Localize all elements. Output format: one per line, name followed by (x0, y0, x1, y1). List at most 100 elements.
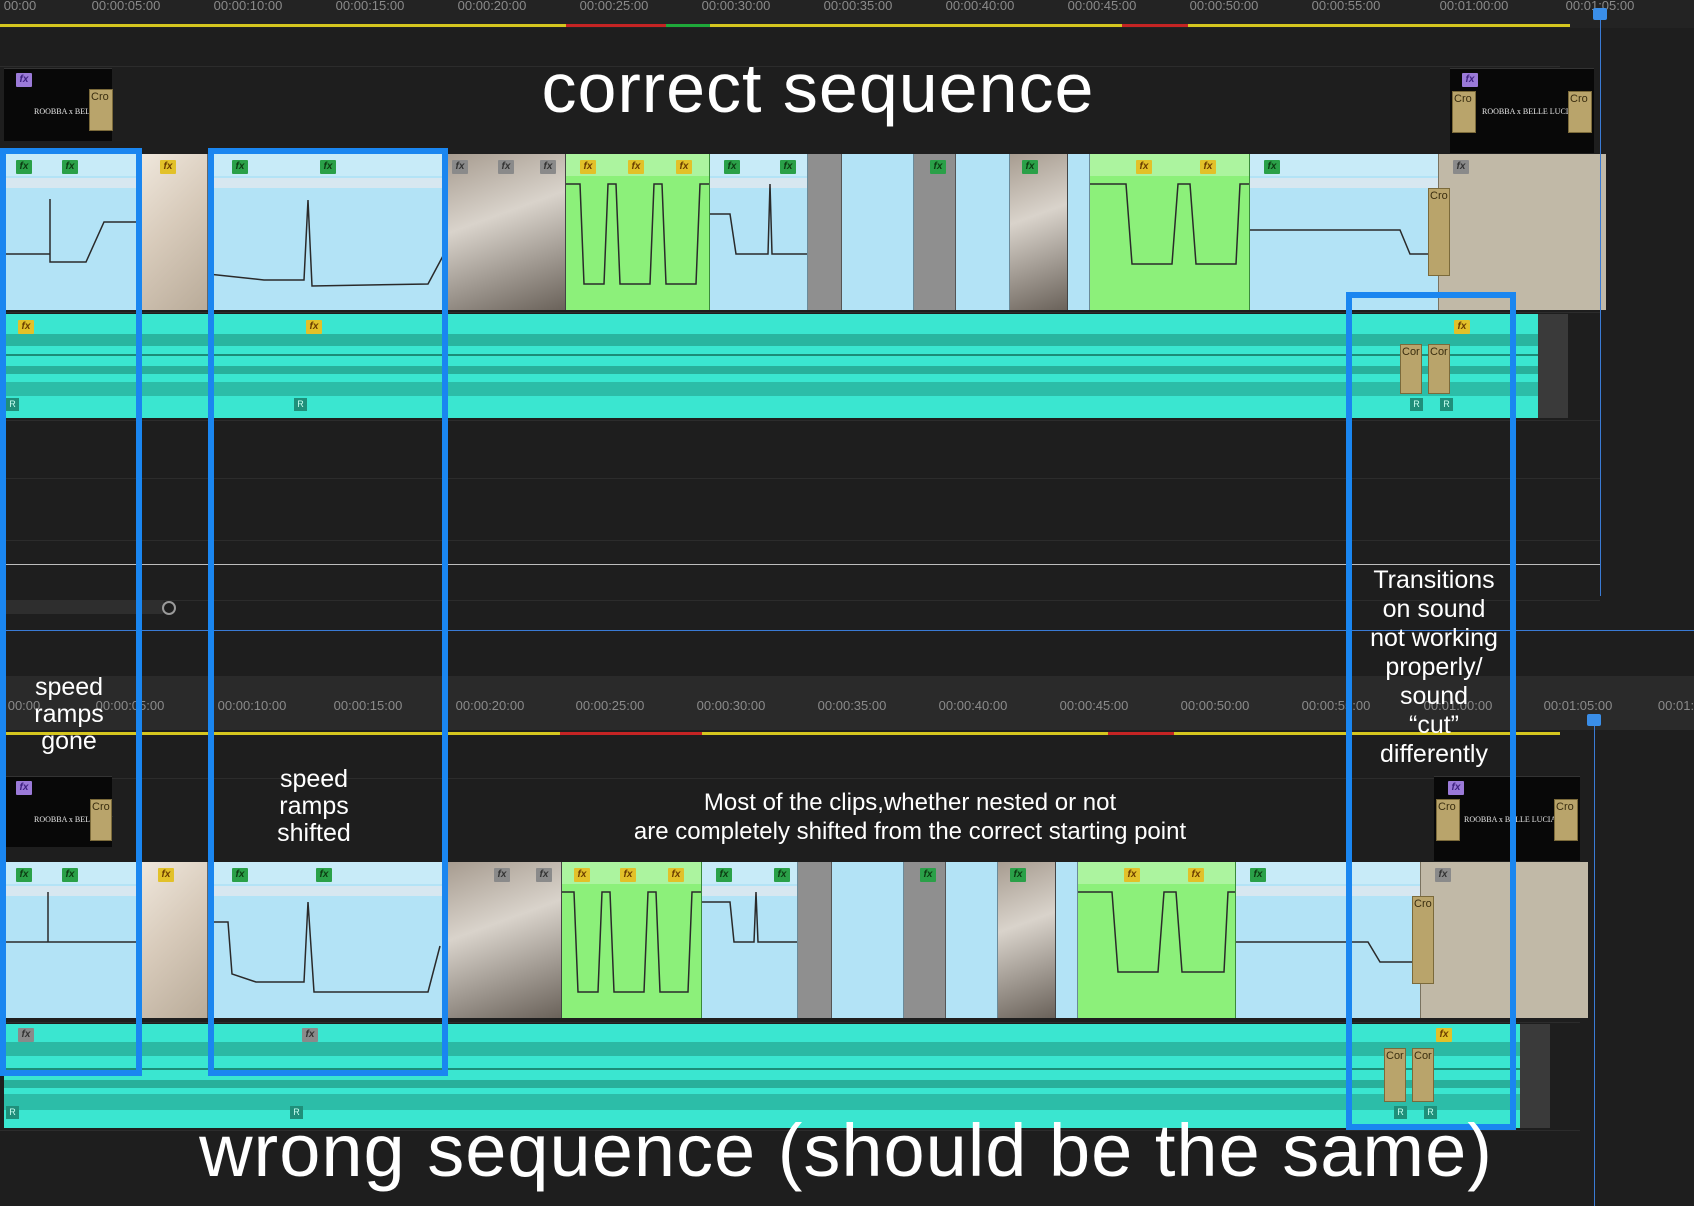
crossfade-transition[interactable]: Cro (1452, 91, 1476, 133)
ruler-tick: 00:00:40:00 (938, 698, 1008, 713)
video-clip-thumbnail[interactable]: fx fx fx (448, 154, 566, 310)
video-clip-thumbnail[interactable]: fx (904, 862, 946, 1018)
video-clip-thumbnail[interactable]: fx (998, 862, 1056, 1018)
note-speed-ramps-gone: speed ramps gone (14, 674, 124, 755)
video-clip-thumbnail[interactable]: fx (142, 862, 208, 1018)
ruler-tick: 00:00:55:00 (1311, 0, 1381, 13)
note-line: speed (279, 765, 349, 793)
note-line: differently (1380, 740, 1488, 768)
bottom-render-bar-red (560, 732, 702, 735)
video-clip-thumbnail[interactable] (808, 154, 842, 310)
ruler-tick: 00:00:25:00 (575, 698, 645, 713)
speed-ramp-clip[interactable]: fx fx (1078, 862, 1236, 1018)
ruler-tick: 00:00:15:00 (335, 0, 405, 13)
ruler-tick: 00:00:35:00 (817, 698, 887, 713)
audio-track-end (1520, 1024, 1550, 1128)
fx-badge: fx (540, 160, 556, 174)
ruler-tick: 00:00:30:00 (701, 0, 771, 13)
bottom-sequence-title: wrong sequence (should be the same) (199, 1109, 1493, 1192)
crossfade-transition[interactable]: Cro (1428, 188, 1450, 276)
note-line: “cut” (1409, 711, 1459, 739)
ruler-tick: 00:00:35:00 (823, 0, 893, 13)
bottom-playhead[interactable] (1587, 714, 1601, 726)
top-work-area-bar[interactable] (0, 24, 1570, 27)
note-transitions: Transitions on sound not working properl… (1352, 566, 1516, 769)
audio-waveform (4, 1080, 1520, 1088)
video-clip-thumbnail[interactable]: fx fx (448, 862, 562, 1018)
video-clip[interactable] (956, 154, 1010, 310)
fx-badge: fx (452, 160, 468, 174)
ruler-tick: 00:00:30:00 (696, 698, 766, 713)
note-clips-shifted: Most of the clips,whether nested or not … (560, 788, 1260, 846)
note-line: Transitions (1373, 566, 1495, 594)
crossfade-transition[interactable]: Cro (1554, 799, 1578, 841)
speed-ramp-clip[interactable]: fx fx fx (562, 862, 702, 1018)
ruler-tick: 00:00 (3, 0, 37, 13)
note-line: sound (1399, 682, 1469, 710)
top-playhead[interactable] (1593, 8, 1607, 20)
fx-badge: fx (930, 160, 946, 174)
video-clip[interactable] (946, 862, 998, 1018)
crossfade-transition[interactable]: Cro (1568, 91, 1592, 133)
note-line: properly/ (1385, 653, 1483, 681)
video-clip[interactable] (842, 154, 914, 310)
note-line: speed (34, 673, 104, 701)
note-line: ramps (34, 700, 104, 728)
video-clip-thumbnail[interactable]: fx (914, 154, 956, 310)
video-clip-thumbnail[interactable] (798, 862, 832, 1018)
top-render-bar-green (666, 24, 710, 27)
bottom-playhead-line (1594, 718, 1595, 1206)
note-line: gone (41, 727, 97, 755)
fx-badge: fx (16, 73, 32, 87)
speed-ramp-line (1090, 183, 1249, 265)
video-clip-thumbnail[interactable]: fx (1010, 154, 1068, 310)
title-clip[interactable]: fx ROOBBA x BELLE LUCIA Cro Cro (1450, 68, 1594, 153)
top-render-bar-red (1122, 24, 1188, 27)
r-badge: R (6, 1106, 19, 1119)
video-clip[interactable] (1056, 862, 1078, 1018)
ruler-tick: 00:01:00:00 (1439, 0, 1509, 13)
audio-track-end (1538, 314, 1568, 418)
highlight-box-speed-ramps-gone (0, 148, 142, 1076)
ruler-tick: 00:00:45:00 (1067, 0, 1137, 13)
speed-ramp-line (566, 183, 709, 285)
ruler-tick: 00:01:05:00 (1543, 698, 1613, 713)
ruler-tick: 00:00:40:00 (945, 0, 1015, 13)
top-sequence-title: correct sequence (541, 49, 1095, 127)
bottom-render-bar-red (1108, 732, 1174, 735)
crossfade-transition[interactable]: Cro (89, 89, 113, 131)
video-clip[interactable] (832, 862, 904, 1018)
speed-ramp-line (562, 891, 701, 993)
title-clip[interactable]: fx ROOBBA x BELLE LU Cro (4, 68, 113, 141)
note-line: ramps (279, 792, 349, 820)
speed-ramp-line (1078, 891, 1235, 973)
ruler-tick: 00:00:10:00 (213, 0, 283, 13)
ruler-tick: 00:00:20:00 (455, 698, 525, 713)
video-clip-thumbnail[interactable]: fx (142, 154, 208, 310)
video-clip-thumbnail[interactable]: fx (1438, 154, 1606, 310)
fx-badge: fx (158, 868, 174, 882)
fx-badge: fx (498, 160, 514, 174)
speed-ramp-line (702, 891, 797, 943)
title-clip-text: ROOBBA x BELLE LUCIA (1482, 107, 1575, 116)
ruler-tick: 00:00:05:00 (91, 0, 161, 13)
top-render-bar-red (566, 24, 666, 27)
video-clip[interactable]: fx (1250, 154, 1440, 310)
note-line: Most of the clips,whether nested or not (703, 789, 1117, 816)
speed-ramp-clip[interactable]: fx fx (1090, 154, 1250, 310)
fx-badge: fx (1022, 160, 1038, 174)
note-line: not working (1370, 624, 1498, 652)
note-line: on sound (1382, 595, 1486, 623)
fx-badge: fx (920, 868, 936, 882)
fx-badge: fx (160, 160, 176, 174)
zoom-handle[interactable] (162, 601, 176, 615)
video-clip[interactable] (1068, 154, 1090, 310)
video-clip[interactable]: fx fx (710, 154, 808, 310)
video-clip[interactable]: fx fx (702, 862, 798, 1018)
speed-ramp-line (710, 183, 807, 255)
note-speed-ramps-shifted: speed ramps shifted (254, 766, 374, 847)
speed-ramp-line (1250, 229, 1439, 255)
top-playhead-line (1600, 16, 1601, 596)
speed-ramp-clip[interactable]: fx fx fx (566, 154, 710, 310)
fx-badge: fx (1453, 160, 1469, 174)
